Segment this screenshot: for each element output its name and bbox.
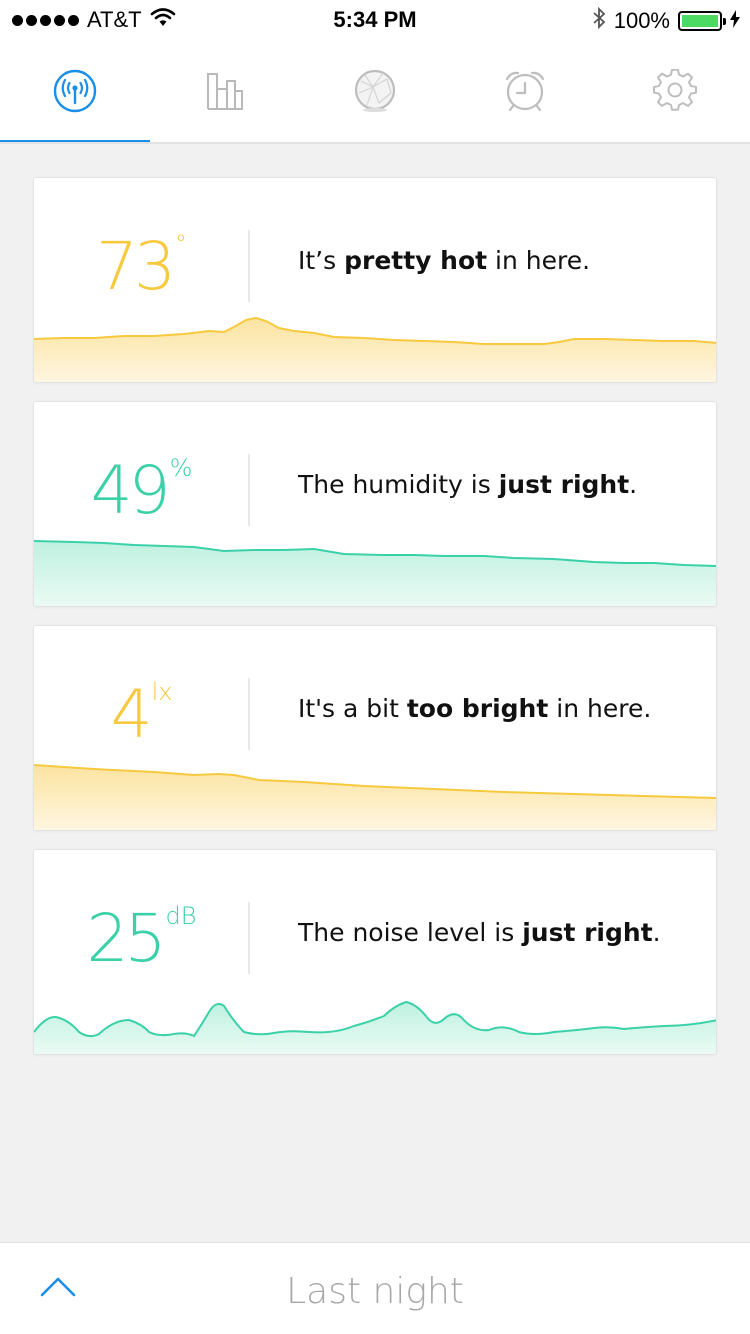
- last-night-label[interactable]: Last night: [0, 1271, 750, 1312]
- humidity-card[interactable]: 49% The humidity is just right.: [33, 401, 717, 607]
- message-text: .: [652, 918, 661, 947]
- bottom-bar[interactable]: Last night: [0, 1242, 750, 1334]
- light-card[interactable]: 4 lx It's a bit too bright in here.: [33, 625, 717, 831]
- header-divider: [0, 142, 750, 144]
- light-unit: lx: [151, 678, 173, 706]
- humidity-graph: [34, 540, 716, 606]
- top-bar: AT&T 5:34 PM 100%: [0, 0, 750, 144]
- tab-current[interactable]: [0, 46, 150, 140]
- message-text: It's a bit: [298, 694, 407, 723]
- tab-sense[interactable]: [300, 46, 450, 140]
- status-bar: AT&T 5:34 PM 100%: [0, 0, 750, 40]
- noise-graph: [34, 1000, 716, 1054]
- tab-trends[interactable]: [150, 46, 300, 140]
- bar-chart-icon: [205, 71, 245, 116]
- message-text: It’s: [298, 246, 345, 275]
- alarm-clock-icon: [503, 69, 547, 118]
- humidity-message: The humidity is just right.: [298, 470, 698, 499]
- tab-bar: [0, 46, 750, 140]
- battery-icon: [678, 11, 726, 31]
- broadcast-icon: [53, 69, 97, 118]
- message-text: in here.: [548, 694, 652, 723]
- battery-percent: 100%: [613, 8, 670, 33]
- message-text: .: [629, 470, 638, 499]
- message-text: The humidity is: [298, 470, 499, 499]
- charging-icon: [730, 8, 740, 34]
- noise-unit: dB: [165, 902, 197, 930]
- tab-settings[interactable]: [600, 46, 750, 140]
- bluetooth-icon: [592, 6, 606, 36]
- message-emphasis: pretty hot: [344, 246, 488, 275]
- noise-card[interactable]: 25 dB The noise level is just right.: [33, 849, 717, 1055]
- message-emphasis: just right: [522, 918, 653, 947]
- temperature-card[interactable]: 73 ° It’s pretty hot in here.: [33, 177, 717, 383]
- message-text: The noise level is: [298, 918, 523, 947]
- noise-message: The noise level is just right.: [298, 918, 698, 947]
- status-right: 100%: [592, 6, 740, 36]
- humidity-unit: %: [169, 454, 193, 482]
- temperature-graph: [34, 316, 716, 382]
- tab-alarm[interactable]: [450, 46, 600, 140]
- temperature-message: It’s pretty hot in here.: [298, 246, 698, 275]
- sleep-sphere-icon: [353, 69, 397, 118]
- message-emphasis: too bright: [406, 694, 549, 723]
- gear-icon: [653, 68, 697, 118]
- light-message: It's a bit too bright in here.: [298, 694, 698, 723]
- message-text: in here.: [487, 246, 591, 275]
- message-emphasis: just right: [498, 470, 630, 499]
- light-graph: [34, 764, 716, 830]
- temperature-unit: °: [174, 230, 187, 258]
